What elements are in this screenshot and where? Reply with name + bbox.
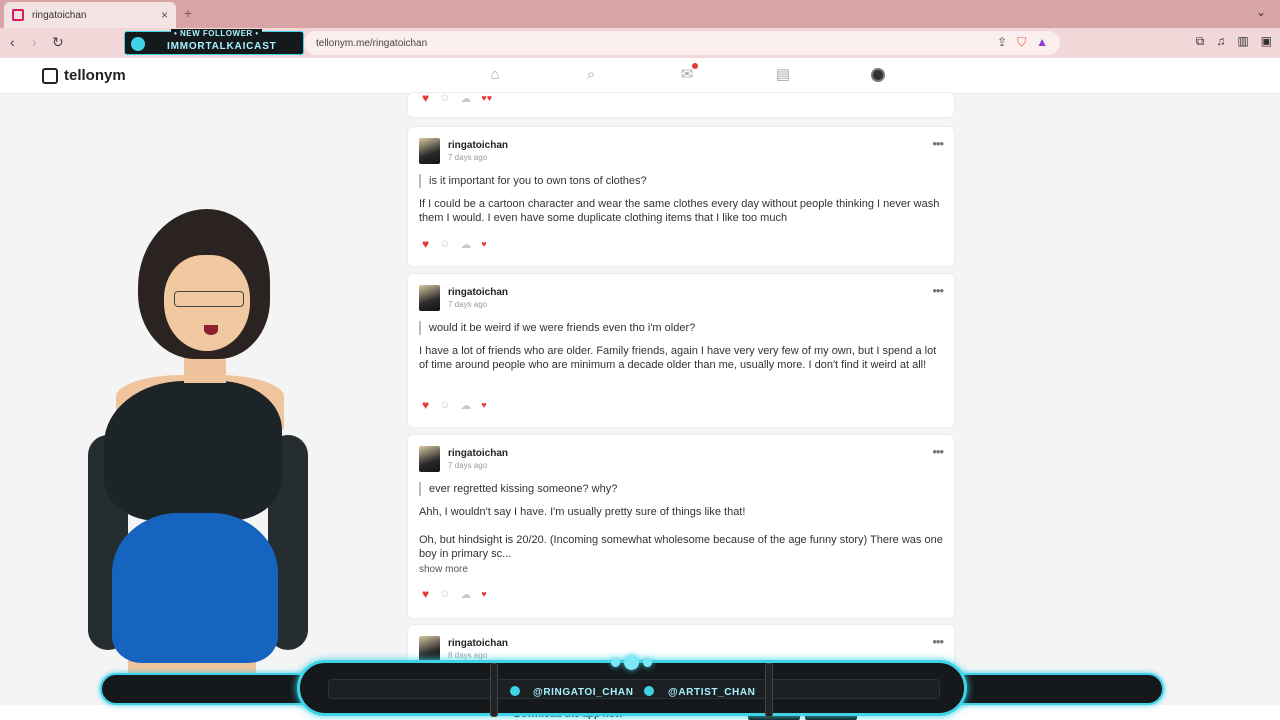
user-avatar[interactable] xyxy=(419,138,440,164)
forward-button[interactable]: › xyxy=(32,34,37,50)
post-username[interactable]: ringatoichan xyxy=(448,448,508,459)
share-icon[interactable]: ⇪ xyxy=(997,35,1007,50)
social-panel-inner xyxy=(328,679,940,699)
artist-handle: @ARTIST_CHAN xyxy=(668,687,756,698)
overlay-bubbles xyxy=(611,655,652,670)
small-heart-icon[interactable]: ♥ xyxy=(481,589,486,599)
more-options-icon[interactable]: ••• xyxy=(932,136,944,151)
back-button[interactable]: ‹ xyxy=(10,34,15,50)
avatar-skirt xyxy=(112,513,278,663)
profile-avatar[interactable] xyxy=(871,68,885,82)
media-icon[interactable]: ♫ xyxy=(1216,34,1225,49)
tab-title: ringatoichan xyxy=(32,9,87,21)
post-question: is it important for you to own tons of c… xyxy=(419,174,647,188)
url-text: tellonym.me/ringatoichan xyxy=(316,37,428,49)
tab-close-icon[interactable]: × xyxy=(161,8,168,22)
site-header: tellonym ⌂ ⌕ ✉ ▤ xyxy=(0,58,1280,94)
show-more-link[interactable]: show more xyxy=(419,564,468,575)
avatar-mouth xyxy=(204,325,218,335)
tellonym-logo-icon xyxy=(42,67,58,84)
heart-icon[interactable]: ♥ xyxy=(422,237,429,251)
more-options-icon[interactable]: ••• xyxy=(932,634,944,649)
vtuber-avatar-image xyxy=(88,205,313,720)
post-card: ringatoichan 7 days ago ••• is it import… xyxy=(407,126,955,267)
user-avatar[interactable] xyxy=(419,285,440,311)
bubble xyxy=(643,658,652,667)
chat-icon[interactable]: ▤ xyxy=(774,66,792,84)
follower-name: IMMORTALKAICAST xyxy=(167,41,277,52)
post-answer: I have a lot of friends who are older. F… xyxy=(419,345,937,371)
post-time: 7 days ago xyxy=(448,300,488,309)
post-answer-p2: Oh, but hindsight is 20/20. (Incoming so… xyxy=(419,534,943,560)
ghost-icon[interactable]: ☁ xyxy=(460,399,471,412)
post-username[interactable]: ringatoichan xyxy=(448,638,508,649)
home-icon[interactable]: ⌂ xyxy=(486,66,504,84)
reaction-bar: ♥ ☺ ☁ ♥♥ xyxy=(422,91,492,105)
ghost-icon[interactable]: ☁ xyxy=(460,92,471,105)
artist-icon xyxy=(644,686,654,696)
post-time: 8 days ago xyxy=(448,651,488,660)
post-answer: If I could be a cartoon character and we… xyxy=(419,198,940,224)
more-options-icon[interactable]: ••• xyxy=(932,444,944,459)
user-avatar[interactable] xyxy=(419,446,440,472)
small-heart-icon[interactable]: ♥ xyxy=(481,400,486,410)
post-card-partial: ♥ ☺ ☁ ♥♥ xyxy=(407,91,955,118)
wallet-icon[interactable]: ▣ xyxy=(1261,34,1272,49)
ghost-icon[interactable]: ☁ xyxy=(460,588,471,601)
reaction-bar: ♥ ☺ ☁ ♥ xyxy=(422,237,487,251)
heart-icon[interactable]: ♥ xyxy=(422,398,429,412)
post-card: ringatoichan 7 days ago ••• would it be … xyxy=(407,273,955,428)
panel-divider xyxy=(490,663,498,717)
face-icon[interactable]: ☺ xyxy=(439,92,450,104)
post-username[interactable]: ringatoichan xyxy=(448,287,508,298)
bubble xyxy=(611,658,620,667)
post-card: ringatoichan 7 days ago ••• ever regrett… xyxy=(407,434,955,619)
notification-dot xyxy=(692,63,698,69)
heart-icon[interactable]: ♥ xyxy=(422,587,429,601)
new-follower-alert: • NEW FOLLOWER • IMMORTALKAICAST xyxy=(124,29,304,55)
reaction-bar: ♥ ☺ ☁ ♥ xyxy=(422,587,487,601)
small-hearts-icon[interactable]: ♥♥ xyxy=(481,93,492,103)
browser-tab-bar: ringatoichan × + ⌄ xyxy=(0,0,1280,28)
post-question: would it be weird if we were friends eve… xyxy=(419,321,695,335)
face-icon[interactable]: ☺ xyxy=(439,588,450,600)
new-tab-button[interactable]: + xyxy=(184,5,192,21)
search-icon[interactable]: ⌕ xyxy=(582,66,600,84)
face-icon[interactable]: ☺ xyxy=(439,238,450,250)
new-follower-label: • NEW FOLLOWER • xyxy=(171,29,262,38)
face-icon[interactable]: ☺ xyxy=(439,399,450,411)
small-heart-icon[interactable]: ♥ xyxy=(481,239,486,249)
address-bar[interactable]: tellonym.me/ringatoichan ⇪ ⛉ ▲ xyxy=(304,31,1060,55)
tab-list-chevron-icon[interactable]: ⌄ xyxy=(1256,5,1266,19)
reaction-bar: ♥ ☺ ☁ ♥ xyxy=(422,398,487,412)
panel-divider xyxy=(765,663,773,717)
inbox-icon[interactable]: ✉ xyxy=(678,63,698,84)
brave-shield-icon[interactable]: ⛉ xyxy=(1017,35,1026,50)
tellonym-logo[interactable]: tellonym xyxy=(42,67,126,84)
avatar-glasses xyxy=(174,291,244,307)
heart-icon[interactable]: ♥ xyxy=(422,91,429,105)
post-time: 7 days ago xyxy=(448,153,488,162)
user-avatar[interactable] xyxy=(419,636,440,662)
avatar-top xyxy=(104,381,282,521)
post-question: ever regretted kissing someone? why? xyxy=(419,482,617,496)
reload-button[interactable]: ↻ xyxy=(52,34,64,51)
extensions-icon[interactable]: ⧉ xyxy=(1196,34,1205,49)
more-options-icon[interactable]: ••• xyxy=(932,283,944,298)
twitter-icon xyxy=(510,686,520,696)
post-time: 7 days ago xyxy=(448,461,488,470)
post-username[interactable]: ringatoichan xyxy=(448,140,508,151)
post-answer-p1: Ahh, I wouldn't say I have. I'm usually … xyxy=(419,506,746,518)
tellonym-favicon-icon xyxy=(12,9,24,21)
follower-avatar-icon xyxy=(131,37,145,51)
brave-rewards-icon[interactable]: ▲ xyxy=(1036,35,1048,50)
sidebar-icon[interactable]: ▥ xyxy=(1237,34,1248,49)
browser-tab[interactable]: ringatoichan × xyxy=(4,2,176,28)
twitter-handle: @RINGATOI_CHAN xyxy=(533,687,634,698)
bubble xyxy=(624,655,639,670)
ghost-icon[interactable]: ☁ xyxy=(460,238,471,251)
logo-text: tellonym xyxy=(64,67,126,84)
